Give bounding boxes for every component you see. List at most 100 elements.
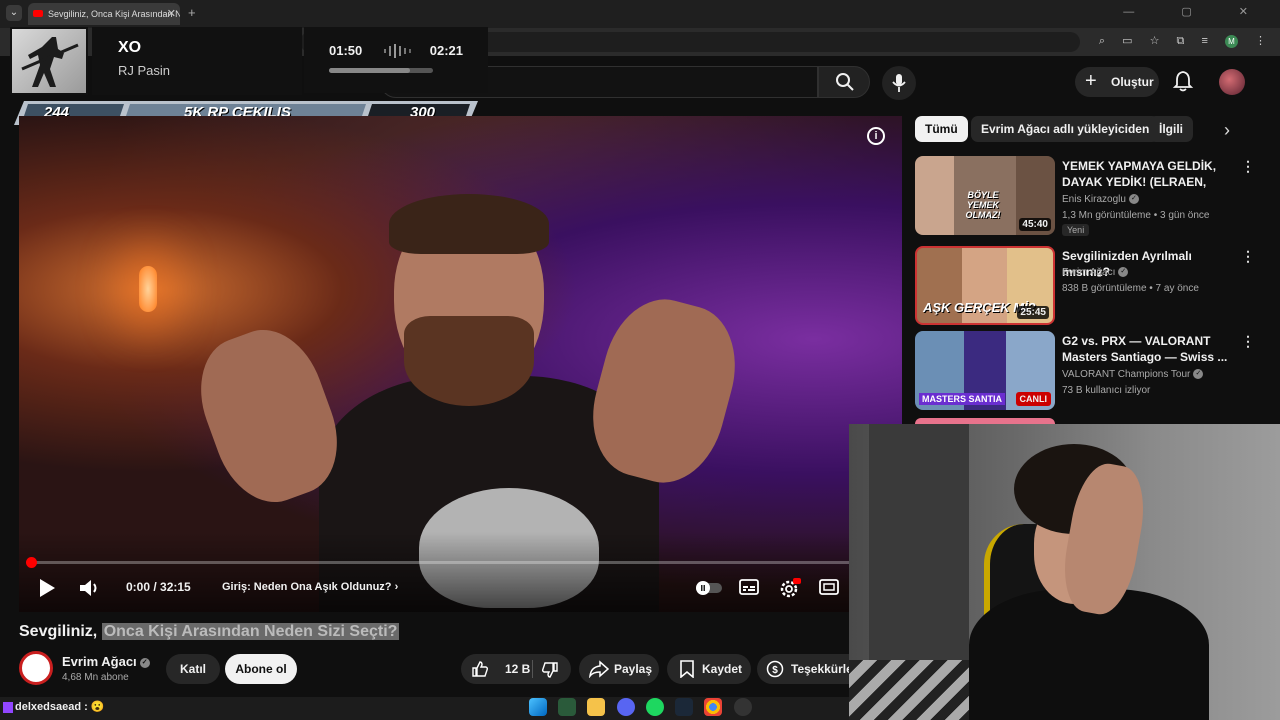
plus-icon: +: [1085, 70, 1097, 92]
tab-title: Sevgiliniz, Onca Kişi Arasından N: [48, 9, 180, 19]
volume-icon[interactable]: [79, 578, 101, 598]
chip-all[interactable]: Tümü: [915, 116, 968, 142]
video-player[interactable]: i 0:00 / 32:15 Giriş: Neden Ona Aşık Old…: [19, 116, 902, 612]
rec-thumbnail-caption: MASTERS SANTIA: [919, 393, 1006, 405]
youtube-favicon-icon: [33, 10, 43, 17]
kebab-icon[interactable]: ⋮: [1241, 333, 1255, 350]
music-widget: XO RJ Pasin 01:50 02:21: [10, 27, 488, 95]
video-frame-person-beard: [404, 316, 534, 406]
tab-search-button[interactable]: ⌄: [6, 5, 22, 21]
video-title: Sevgiliniz, Onca Kişi Arasından Neden Si…: [19, 623, 400, 641]
window-controls[interactable]: — ▢ ✕: [1123, 5, 1270, 18]
search-button[interactable]: [818, 66, 870, 98]
bookmark-star-icon[interactable]: ☆: [1150, 35, 1160, 47]
rec-thumbnail[interactable]: BÖYLE YEMEK OLMAZ! 45:40: [915, 156, 1055, 235]
thanks-button[interactable]: $ Teşekkürle: [757, 654, 853, 684]
verified-icon: ✓: [1193, 369, 1204, 380]
file-explorer-icon[interactable]: [587, 698, 605, 716]
share-icon: [589, 660, 609, 678]
rec-thumbnail[interactable]: MASTERS SANTIA CANLI: [915, 331, 1055, 410]
dislike-icon[interactable]: [541, 661, 559, 679]
rec-thumbnail[interactable]: AŞK GERÇEK Mİ? 25:45: [915, 246, 1055, 325]
windows-start-icon[interactable]: [529, 698, 547, 716]
info-icon[interactable]: i: [867, 127, 885, 145]
theater-icon[interactable]: [819, 578, 839, 596]
autoplay-toggle-icon[interactable]: [695, 580, 723, 596]
video-title-selected: Onca Kişi Arasından Neden Sizi Seçti?: [101, 623, 400, 640]
video-progress-bar[interactable]: [29, 561, 891, 564]
new-tab-button[interactable]: +: [188, 5, 196, 20]
voice-search-button[interactable]: [882, 66, 916, 100]
join-button[interactable]: Katıl: [166, 654, 220, 684]
app-icon[interactable]: [558, 698, 576, 716]
channel-name[interactable]: Evrim Ağacı ✓: [62, 654, 150, 669]
rec-duration: 25:45: [1017, 306, 1049, 319]
chat-username: delxedsaead :: [15, 701, 88, 713]
rec-meta: 73 B kullanıcı izliyor: [1062, 385, 1151, 396]
rec-thumbnail-caption: BÖYLE YEMEK OLMAZ!: [965, 190, 1001, 220]
rec-channel-label: Evrim Ağacı: [1062, 267, 1116, 278]
scrubber-handle[interactable]: [26, 557, 37, 568]
thanks-icon: $: [766, 660, 784, 678]
rec-channel[interactable]: Enis Kirazoglu ✓: [1062, 194, 1139, 205]
bell-icon[interactable]: [1172, 70, 1194, 92]
time-display: 0:00 / 32:15: [126, 580, 191, 594]
music-progress-bar: [329, 68, 433, 73]
controls-gradient: [19, 532, 902, 612]
album-art-figure-icon: [21, 37, 79, 87]
discord-icon[interactable]: [617, 698, 635, 716]
song-artist: RJ Pasin: [118, 63, 171, 78]
kebab-icon[interactable]: ⋮: [1241, 248, 1255, 265]
save-icon: [680, 660, 694, 678]
chevron-right-icon[interactable]: ›: [1224, 120, 1230, 141]
like-icon[interactable]: [471, 660, 489, 678]
steam-icon[interactable]: [675, 698, 693, 716]
album-art: [10, 27, 88, 95]
subscribe-button[interactable]: Abone ol: [225, 654, 297, 684]
like-count: 12 B: [505, 662, 531, 676]
tab-close-icon[interactable]: ✕: [167, 7, 176, 20]
rec-title[interactable]: G2 vs. PRX — VALORANT Masters Santiago —…: [1062, 333, 1237, 365]
like-dislike-group: 12 B: [461, 654, 571, 684]
waveform-icon: [384, 44, 411, 58]
settings-icon[interactable]: [779, 578, 801, 598]
spotify-icon[interactable]: [646, 698, 664, 716]
menu-icon[interactable]: ⋮: [1255, 35, 1266, 47]
rec-title[interactable]: YEMEK YAPMAYA GELDİK, DAYAK YEDİK! (ELRA…: [1062, 158, 1237, 190]
chat-emoji: 😮: [90, 701, 105, 713]
media-icon[interactable]: ≡: [1201, 35, 1207, 47]
verified-icon: ✓: [1128, 194, 1139, 205]
chip-related[interactable]: İlgili: [1149, 116, 1193, 142]
rec-channel[interactable]: VALORANT Champions Tour ✓: [1062, 369, 1204, 380]
kebab-icon[interactable]: ⋮: [1241, 158, 1255, 175]
chrome-icon[interactable]: [704, 698, 722, 716]
chapter-arrow-icon: ›: [394, 581, 399, 593]
zoom-icon[interactable]: ⌕: [1099, 35, 1105, 47]
recommendation-item[interactable]: MASTERS SANTIA CANLI G2 vs. PRX — VALORA…: [915, 331, 1260, 413]
rec-meta: 1,3 Mn görüntüleme • 3 gün önce: [1062, 210, 1210, 221]
extensions-icon[interactable]: ⧉: [1177, 35, 1185, 47]
profile-avatar[interactable]: M: [1224, 35, 1238, 48]
mic-icon: [892, 74, 906, 92]
share-button[interactable]: Paylaş: [579, 654, 659, 684]
captions-icon[interactable]: [739, 578, 759, 596]
create-button[interactable]: + Oluştur: [1075, 67, 1159, 97]
app-icon[interactable]: [734, 698, 752, 716]
avatar[interactable]: [1219, 69, 1245, 95]
recommendation-item[interactable]: BÖYLE YEMEK OLMAZ! 45:40 YEMEK YAPMAYA G…: [915, 156, 1260, 238]
rec-channel[interactable]: Evrim Ağacı ✓: [1062, 267, 1129, 278]
recommendation-item[interactable]: AŞK GERÇEK Mİ? 25:45 Sevgilinizden Ayrıl…: [915, 246, 1260, 328]
rec-channel-label: Enis Kirazoglu: [1062, 194, 1126, 205]
save-label: Kaydet: [702, 662, 743, 676]
channel-avatar[interactable]: [19, 651, 53, 685]
live-badge: CANLI: [1015, 392, 1051, 406]
chip-from-uploader[interactable]: Evrim Ağacı adlı yükleyiciden: [971, 116, 1160, 142]
save-button[interactable]: Kaydet: [667, 654, 751, 684]
search-icon: [836, 73, 854, 91]
browser-tab[interactable]: Sevgiliniz, Onca Kişi Arasından N ✕: [28, 3, 180, 25]
play-icon[interactable]: [38, 578, 56, 598]
video-title-plain: Sevgiliniz,: [19, 623, 98, 640]
chapter-title[interactable]: Giriş: Neden Ona Aşık Oldunuz? ›: [222, 581, 398, 593]
subscriber-count: 4,68 Mn abone: [62, 672, 129, 683]
cast-icon[interactable]: ▭: [1122, 35, 1132, 47]
